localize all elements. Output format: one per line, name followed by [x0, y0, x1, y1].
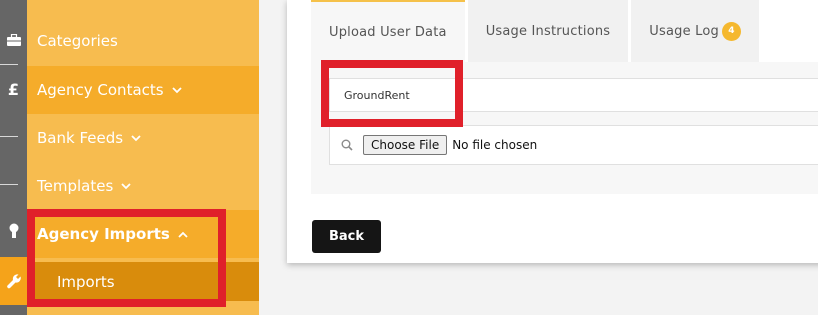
tab-bar: Upload User Data Usage Instructions Usag…: [311, 0, 759, 62]
rail-wrench-button[interactable]: [0, 257, 27, 305]
back-button[interactable]: Back: [312, 220, 381, 253]
tab-label: Usage Instructions: [485, 23, 611, 39]
search-icon: [341, 139, 353, 151]
tab-usage-instructions[interactable]: Usage Instructions: [467, 0, 629, 62]
rail-divider: [0, 184, 18, 185]
highlight-box-name-field: [321, 60, 463, 127]
count-badge: 4: [721, 21, 741, 41]
app-window: £ Categories Agency Contacts Bank Feeds …: [0, 0, 818, 315]
chevron-down-icon: [131, 134, 141, 142]
tab-label: Usage Log: [649, 23, 719, 39]
sidebar-item-label: Templates: [37, 177, 114, 195]
rail-divider: [0, 136, 18, 137]
rail-keyhole-button[interactable]: [0, 207, 27, 255]
wrench-icon: [6, 274, 21, 289]
sidebar-item-label: Bank Feeds: [37, 129, 124, 147]
briefcase-icon: [6, 34, 21, 46]
tab-upload-user-data[interactable]: Upload User Data: [311, 0, 465, 62]
rail-pound-button[interactable]: £: [0, 65, 27, 113]
chevron-down-icon: [121, 182, 131, 190]
sidebar-item-bank-feeds[interactable]: Bank Feeds: [27, 114, 259, 162]
sidebar-item-cut-off: [27, 0, 259, 12]
rail-briefcase-button[interactable]: [0, 16, 27, 64]
sidebar-item-categories[interactable]: Categories: [27, 17, 259, 65]
import-card: Upload User Data Usage Instructions Usag…: [287, 0, 818, 263]
highlight-box-agency-imports: [27, 209, 226, 307]
pound-icon: £: [7, 79, 20, 99]
icon-rail: £: [0, 0, 27, 315]
sidebar-item-label: Categories: [37, 32, 118, 50]
file-status-text: No file chosen: [452, 138, 538, 152]
file-input-row: Choose File No file chosen: [329, 125, 818, 165]
sidebar-item-label: Agency Contacts: [37, 81, 164, 99]
sidebar-item-agency-contacts[interactable]: Agency Contacts: [27, 66, 259, 114]
chevron-down-icon: [171, 86, 182, 94]
tab-label: Upload User Data: [329, 24, 447, 40]
keyhole-icon: [9, 223, 18, 238]
sidebar-item-templates[interactable]: Templates: [27, 162, 259, 210]
tab-usage-log[interactable]: Usage Log 4: [631, 0, 759, 62]
choose-file-button[interactable]: Choose File: [363, 135, 448, 155]
